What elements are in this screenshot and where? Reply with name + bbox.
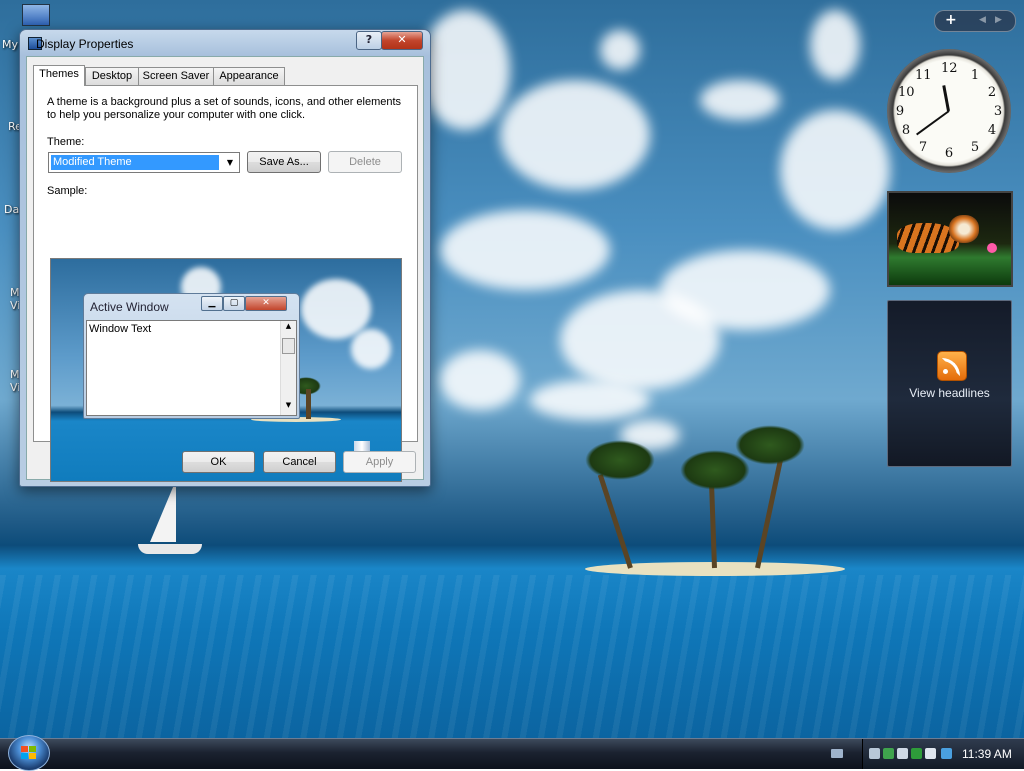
display-properties-dialog: Display Properties ? ✕ Themes Desktop Sc… [19,29,431,487]
palm-trunk [597,474,633,569]
clock-number: 12 [941,61,958,76]
palm-trunk [755,452,785,569]
sample-window-body: Window Text ▲ ▼ [86,320,297,416]
sample-label: Sample: [47,185,88,197]
slideshow-gadget[interactable] [887,191,1013,287]
clock-number: 6 [944,146,954,161]
cloud [500,80,650,190]
theme-description: A theme is a background plus a set of so… [47,96,402,121]
start-button[interactable] [8,735,50,771]
taskbar-clock[interactable]: 11:39 AM [962,747,1012,761]
clock-gadget[interactable]: 12 1 2 3 4 5 6 7 8 9 10 11 [887,49,1011,173]
tab-screen-saver[interactable]: Screen Saver [138,67,214,85]
cloud [440,210,610,290]
cloud [420,10,510,130]
cloud [660,250,830,330]
cloud [600,30,640,70]
minimize-icon: ▁ [201,296,223,311]
palm-leaves [585,440,655,480]
cancel-button[interactable]: Cancel [263,451,336,473]
clock-number: 2 [987,85,997,100]
clock-hour-hand [942,85,950,112]
notification-area: 11:39 AM [862,739,1024,769]
sidebar-controls: + ◀ ▶ [934,10,1016,32]
palm-trunk [306,389,311,419]
security-icon[interactable] [883,748,894,759]
previous-icon[interactable]: ◀ [979,15,986,25]
apply-button[interactable]: Apply [343,451,416,473]
sea [0,575,1024,740]
view-headlines-label[interactable]: View headlines [888,386,1011,400]
clock-number: 4 [987,123,997,138]
theme-label: Theme: [47,136,85,148]
sailboat-sail [150,480,176,542]
cloud [530,380,650,420]
sailboat-hull [138,544,202,554]
cloud [700,80,780,120]
clock-number: 8 [901,123,911,138]
computer-icon [22,4,50,26]
input-language-icon[interactable] [941,748,952,759]
chevron-down-icon[interactable]: ▼ [223,155,237,170]
taskbar: 11:39 AM [0,735,1024,771]
cloud [301,279,371,339]
theme-sample-preview: Active Window ▁ ▢ ✕ Window Text ▲ ▼ [50,258,402,482]
clock-number: 10 [898,85,915,100]
clock-minute-hand [916,110,950,136]
scroll-up-icon: ▲ [285,322,292,330]
clock-number: 7 [918,140,928,155]
clock-number: 11 [915,68,932,83]
dialog-title: Display Properties [36,37,134,51]
sample-scrollbar: ▲ ▼ [280,321,296,415]
cloud [351,329,391,369]
clock-number: 9 [895,104,905,119]
feed-headlines-gadget[interactable]: View headlines [887,300,1012,467]
clock-number: 3 [993,104,1003,119]
flower-photo [987,243,997,253]
checkmark-icon[interactable] [911,748,922,759]
desktop-icon-computer[interactable]: My C [0,4,50,51]
close-button[interactable]: ✕ [381,31,423,50]
windows-logo-icon [21,746,37,760]
cloud [780,110,890,230]
delete-button[interactable]: Delete [328,151,402,173]
maximize-icon: ▢ [223,296,245,311]
help-button[interactable]: ? [356,31,382,50]
sample-active-window: Active Window ▁ ▢ ✕ Window Text ▲ ▼ [83,293,300,419]
sample-window-text: Window Text [89,323,152,335]
clock-number: 1 [970,68,980,83]
palm-leaves [735,425,805,465]
rss-icon [937,351,967,381]
tab-appearance[interactable]: Appearance [213,67,285,85]
keyboard-icon[interactable] [831,749,843,758]
save-as-button[interactable]: Save As... [247,151,321,173]
dialog-client: Themes Desktop Screen Saver Appearance A… [26,56,424,482]
palm-leaves [680,450,750,490]
next-icon[interactable]: ▶ [995,15,1002,25]
theme-dropdown[interactable]: Modified Theme ▼ [48,152,240,173]
tab-themes[interactable]: Themes [33,65,85,86]
display-tray-icon[interactable] [897,748,908,759]
scroll-thumb [282,338,295,354]
scroll-down-icon: ▼ [285,401,292,409]
tiger-photo [949,215,979,243]
cloud [810,10,860,80]
cloud [440,350,520,410]
add-gadget-button[interactable]: + [945,12,957,28]
clock-number: 5 [970,140,980,155]
theme-dropdown-value: Modified Theme [51,155,219,170]
volume-icon[interactable] [925,748,936,759]
network-icon[interactable] [869,748,880,759]
dialog-titlebar[interactable]: Display Properties ? ✕ [20,30,430,56]
themes-panel: A theme is a background plus a set of so… [33,85,418,482]
ok-button[interactable]: OK [182,451,255,473]
close-icon: ✕ [245,296,287,311]
tab-desktop[interactable]: Desktop [85,67,139,85]
sample-window-title: Active Window [90,300,169,314]
